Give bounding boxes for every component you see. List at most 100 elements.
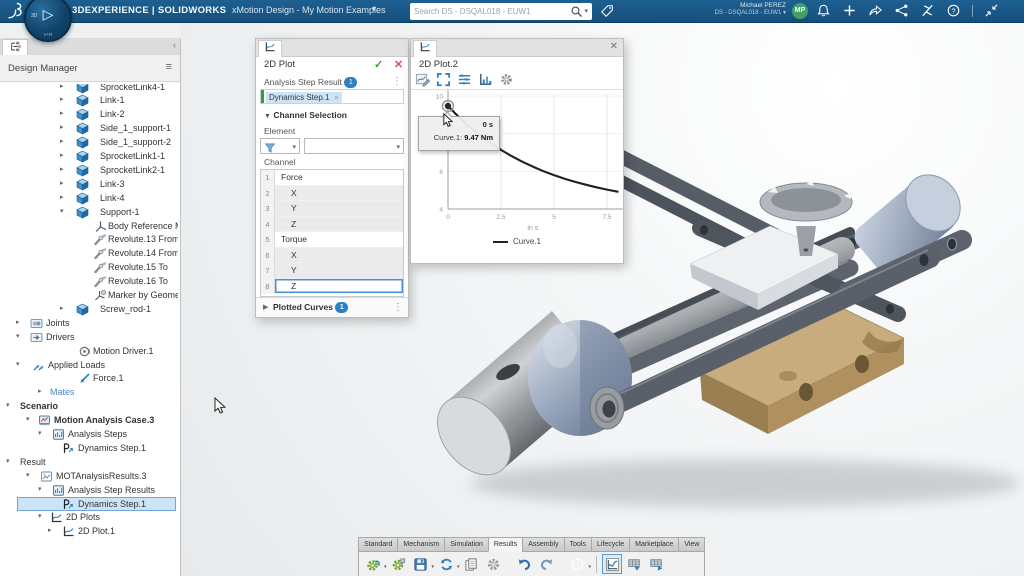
remove-chip-icon[interactable]: ✕ <box>333 93 339 104</box>
expand-icon[interactable]: ▾ <box>38 512 42 520</box>
expand-icon[interactable]: ▾ <box>6 401 10 409</box>
expand-icon[interactable]: ▾ <box>38 485 42 493</box>
search-box[interactable]: ▾ <box>410 3 592 20</box>
display-options-icon[interactable] <box>457 72 472 87</box>
export-curve-button[interactable] <box>646 554 666 574</box>
channel-label[interactable]: Torque <box>275 232 403 248</box>
settings-button[interactable] <box>484 554 504 574</box>
tree-item-screw-rod-1[interactable]: ▸Screw_rod-1 <box>0 302 178 316</box>
tree-item-result[interactable]: ▾Result <box>0 455 178 469</box>
search-input[interactable] <box>410 7 570 16</box>
tree-item-sprocketlink4-1[interactable]: ▸SprocketLink4-1 <box>0 84 178 94</box>
cancel-button[interactable]: ✕ <box>394 58 403 71</box>
expand-icon[interactable]: ▾ <box>26 471 30 479</box>
channel-label[interactable]: Z <box>275 279 403 295</box>
tree-item-mates[interactable]: ▸Mates <box>0 386 178 400</box>
notifications-icon[interactable] <box>816 3 831 18</box>
tree-item-force-1[interactable]: Force.1 <box>0 372 178 386</box>
edit-plot-icon[interactable] <box>415 72 430 87</box>
expand-icon[interactable]: ▸ <box>60 165 64 173</box>
2d-plot-button[interactable] <box>602 554 622 574</box>
plotted-curves-footer[interactable]: ▶ Plotted Curves 1 ⋮ <box>256 297 408 317</box>
tree-item-body-reference-mark-[interactable]: Body Reference Mark... <box>0 219 178 233</box>
ok-button[interactable]: ✓ <box>374 58 383 71</box>
dropdown-caret-icon[interactable]: ▾ <box>432 564 435 570</box>
tree-item-2d-plots[interactable]: ▾2D Plots <box>0 511 178 525</box>
expand-icon[interactable]: ▸ <box>60 95 64 103</box>
tree-item-link-4[interactable]: ▸Link-4 <box>0 191 178 205</box>
footer-menu-icon[interactable]: ⋮ <box>393 302 403 313</box>
tree-item-dynamics-step-1[interactable]: Dynamics Step.1 <box>0 497 178 511</box>
avatar[interactable]: MP <box>792 3 808 19</box>
channel-row-1[interactable]: 1Force <box>261 170 403 186</box>
app-title[interactable]: xMotion Design - My Motion Examples <box>232 5 386 15</box>
help-button[interactable]: ? <box>568 554 588 574</box>
channel-label[interactable]: Z <box>275 217 403 233</box>
tree-item-applied-loads[interactable]: ▾Applied Loads <box>0 358 178 372</box>
search-icon[interactable] <box>570 5 583 18</box>
plot-settings-icon[interactable] <box>499 72 514 87</box>
tree-item-revolute-15-to[interactable]: Revolute.15 To <box>0 261 178 275</box>
expand-icon[interactable]: ▸ <box>60 84 64 90</box>
channel-row-6[interactable]: 6X <box>261 248 403 264</box>
redo-button[interactable] <box>537 554 557 574</box>
channel-selection-header[interactable]: ▼ Channel Selection <box>264 110 347 120</box>
tree-item-joints[interactable]: ▸Joints <box>0 316 178 330</box>
add-icon[interactable] <box>842 3 857 18</box>
expand-icon[interactable]: ▸ <box>16 318 20 326</box>
dropdown-caret-icon[interactable]: ▾ <box>384 564 387 570</box>
expand-icon[interactable]: ▸ <box>38 387 42 395</box>
tree-item-revolute-14-from[interactable]: Revolute.14 From <box>0 247 178 261</box>
channel-label[interactable]: Y <box>275 263 403 279</box>
share-icon[interactable] <box>868 3 883 18</box>
dropdown-caret-icon[interactable]: ▾ <box>457 564 460 570</box>
expand-icon[interactable]: ▸ <box>60 137 64 145</box>
user-menu[interactable]: Michael PEREZ DS - DSQAL018 - EUW1 ▾ <box>690 2 786 18</box>
tree-item-support-1[interactable]: ▾Support-1 <box>0 205 178 219</box>
expand-icon[interactable]: ▸ <box>60 179 64 187</box>
help-icon[interactable]: ? <box>946 3 961 18</box>
tab-assembly[interactable]: Assembly <box>522 537 563 552</box>
refresh-button[interactable] <box>436 554 456 574</box>
options-button[interactable] <box>389 554 409 574</box>
channel-label[interactable]: X <box>275 248 403 264</box>
collapse-icon[interactable] <box>984 3 999 18</box>
channel-label[interactable]: Force <box>275 170 403 186</box>
tree-item-motion-analysis-case-3[interactable]: ▾Motion Analysis Case.3 <box>0 414 178 428</box>
visualize-icon[interactable] <box>920 3 935 18</box>
tree-item-analysis-step-results[interactable]: ▾Analysis Step Results <box>0 483 178 497</box>
expand-icon[interactable]: ▸ <box>48 526 52 534</box>
tree-item-drivers[interactable]: ▾Drivers <box>0 330 178 344</box>
tab-lifecycle[interactable]: Lifecycle <box>591 537 629 552</box>
element-dropdown[interactable]: ▾ <box>304 138 404 154</box>
save-button[interactable] <box>411 554 431 574</box>
tree-item-link-1[interactable]: ▸Link-1 <box>0 94 178 108</box>
expand-icon[interactable]: ▸ <box>60 193 64 201</box>
close-icon[interactable]: ✕ <box>610 41 618 52</box>
tree-item-side-1-support-1[interactable]: ▸Side_1_support-1 <box>0 122 178 136</box>
tab-mechanism[interactable]: Mechanism <box>397 537 444 552</box>
undo-button[interactable] <box>515 554 535 574</box>
design-manager-tab[interactable] <box>2 39 28 56</box>
expand-icon[interactable]: ▸ <box>60 304 64 312</box>
tree-item-revolute-16-to[interactable]: Revolute.16 To <box>0 275 178 289</box>
expand-icon[interactable]: ▾ <box>16 360 20 368</box>
filter-dropdown[interactable]: ▾ <box>260 138 300 154</box>
collaborate-icon[interactable] <box>894 3 909 18</box>
channel-label[interactable]: X <box>275 186 403 202</box>
tab-standard[interactable]: Standard <box>358 537 397 552</box>
tree-item-sprocketlink2-1[interactable]: ▸SprocketLink2-1 <box>0 163 178 177</box>
tree-item-dynamics-step-1[interactable]: Dynamics Step.1 <box>0 441 178 455</box>
tab-view[interactable]: View <box>678 537 705 552</box>
3dexperience-compass[interactable]: ▷ 3D V+R <box>24 0 72 42</box>
tree-item-link-2[interactable]: ▸Link-2 <box>0 108 178 122</box>
expand-icon[interactable]: ▾ <box>16 332 20 340</box>
copy-settings-button[interactable] <box>462 554 482 574</box>
tag-icon[interactable] <box>600 4 614 18</box>
model-pin-joint[interactable] <box>590 387 624 429</box>
expand-icon[interactable]: ▾ <box>26 415 30 423</box>
expand-icon[interactable]: ▸ <box>60 151 64 159</box>
channel-row-4[interactable]: 4Z <box>261 217 403 233</box>
2d-plot-tab[interactable] <box>258 40 282 57</box>
expand-icon[interactable]: ▸ <box>60 123 64 131</box>
